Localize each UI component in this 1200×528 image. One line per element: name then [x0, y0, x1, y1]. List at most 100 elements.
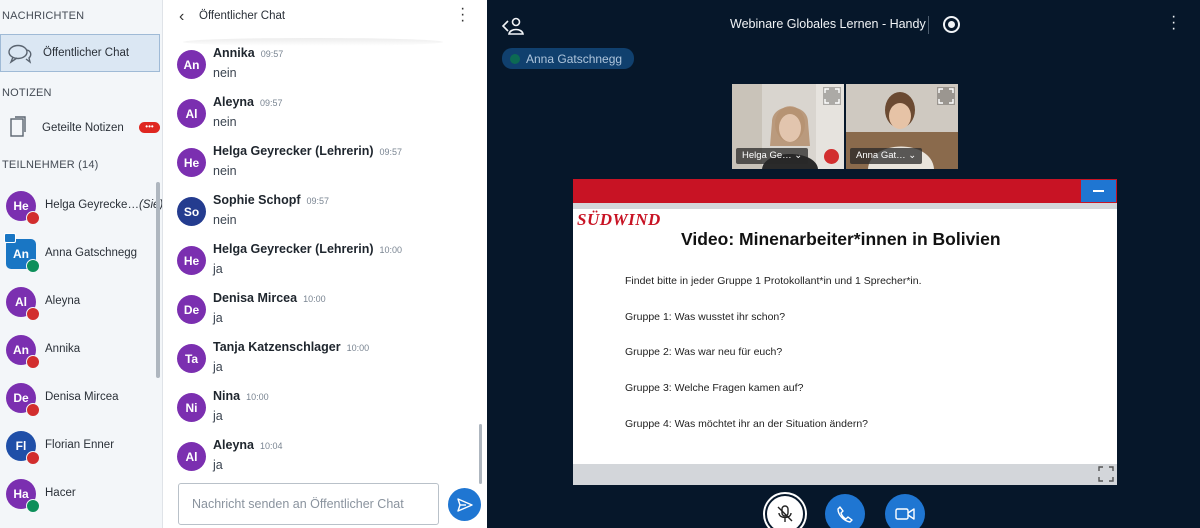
more-options-icon[interactable]: · · ·	[460, 1, 465, 29]
message-text: ja	[213, 262, 223, 276]
author-name: Denisa Mircea	[213, 291, 298, 305]
send-message-button[interactable]	[448, 488, 481, 521]
phone-icon	[837, 506, 853, 523]
avatar: Ta	[177, 344, 206, 373]
messages-heading: NACHRICHTEN	[2, 10, 85, 22]
message-author: Sophie Schopf 09:57	[213, 193, 329, 207]
record-icon[interactable]	[943, 16, 960, 33]
author-name: Helga Geyrecker (Lehrerin)	[213, 242, 374, 256]
participant-item[interactable]: An Anna Gatschnegg	[0, 230, 158, 278]
message-author: Annika 09:57	[213, 46, 283, 60]
chat-bubbles-icon	[8, 44, 32, 64]
message-timestamp: 09:57	[306, 196, 330, 206]
chat-title[interactable]: Öffentlicher Chat	[199, 10, 285, 22]
header-shadow	[183, 38, 443, 46]
chat-message: Ta Tanja Katzenschlager 10:00 ja	[163, 340, 483, 389]
chat-message: So Sophie Schopf 09:57 nein	[163, 193, 483, 242]
slide-text-line: Gruppe 1: Was wusstet ihr schon?	[625, 311, 786, 323]
slide-text-line: Gruppe 2: Was war neu für euch?	[625, 346, 783, 358]
participant-name-text: Florian Enner	[45, 439, 115, 451]
unmute-microphone-button[interactable]	[765, 494, 805, 528]
more-options-icon[interactable]: · · ·	[1171, 9, 1176, 37]
message-text: ja	[213, 311, 223, 325]
message-timestamp: 10:00	[303, 294, 326, 304]
video-tile[interactable]: Helga Ge… ⌄	[732, 84, 844, 169]
message-text: ja	[213, 360, 223, 374]
muted-microphone-icon	[26, 403, 40, 417]
slide-footer-bar	[573, 464, 1117, 485]
message-text: nein	[213, 164, 237, 178]
chat-scrollbar[interactable]	[479, 424, 482, 484]
message-timestamp: 10:00	[346, 343, 370, 353]
video-user-name[interactable]: Anna Gat… ⌄	[850, 148, 923, 164]
chat-message: De Denisa Mircea 10:00 ja	[163, 291, 483, 340]
slide-title: Video: Minenarbeiter*innen in Bolivien	[681, 229, 1001, 249]
sidebar-item-shared-notes[interactable]: Geteilte Notizen •••	[0, 109, 160, 147]
microphone-icon	[510, 53, 520, 64]
message-author: Tanja Katzenschlager 10:00	[213, 340, 369, 354]
participant-name-text: Hacer	[45, 487, 76, 499]
presenter-icon	[4, 233, 16, 243]
message-text: nein	[213, 66, 237, 80]
muted-microphone-icon	[26, 355, 40, 369]
video-user-name[interactable]: Helga Ge… ⌄	[736, 148, 809, 164]
message-author: Aleyna 10:04	[213, 438, 283, 452]
author-name: Nina	[213, 389, 241, 403]
avatar: He	[177, 148, 206, 177]
chat-message: An Annika 09:57 nein	[163, 46, 483, 95]
chat-message: He Helga Geyrecker (Lehrerin) 09:57 nein	[163, 144, 483, 193]
microphone-muted-icon	[777, 505, 793, 522]
author-name: Tanja Katzenschlager	[213, 340, 341, 354]
fullscreen-icon[interactable]	[1097, 465, 1115, 483]
participant-name: Florian Enner	[45, 439, 114, 451]
headphones-icon	[26, 499, 40, 513]
message-text: nein	[213, 213, 237, 227]
chevron-left-icon[interactable]: ‹	[179, 8, 184, 26]
message-author: Aleyna 09:57	[213, 95, 283, 109]
slide-header-bar	[573, 179, 1117, 203]
presentation-slide: SÜDWIND Video: Minenarbeiter*innen in Bo…	[573, 179, 1117, 485]
participant-item[interactable]: An Annika	[0, 326, 158, 374]
fullscreen-icon[interactable]	[937, 87, 955, 105]
document-icon	[10, 116, 26, 137]
notes-heading: NOTIZEN	[2, 87, 52, 99]
sidebar-item-public-chat[interactable]: Öffentlicher Chat	[0, 34, 160, 72]
sidebar-scrollbar[interactable]	[156, 182, 160, 378]
author-name: Aleyna	[213, 95, 254, 109]
minimize-presentation-button[interactable]	[1081, 180, 1116, 202]
share-webcam-button[interactable]	[885, 494, 925, 528]
chat-message-input[interactable]	[178, 483, 439, 525]
presentation-stage: Webinare Globales Lernen - Handy · · · Ann…	[487, 0, 1200, 528]
chat-header: ‹ Öffentlicher Chat · · ·	[163, 0, 487, 40]
participant-name: Annika	[45, 343, 80, 355]
participant-item[interactable]: Fl Florian Enner	[0, 422, 158, 470]
message-author: Nina 10:00	[213, 389, 269, 403]
avatar: Al	[177, 99, 206, 128]
muted-microphone-icon	[26, 451, 40, 465]
participant-name-text: Aleyna	[45, 295, 81, 307]
leave-audio-button[interactable]	[825, 494, 865, 528]
participant-item[interactable]: He Helga Geyrecke…(Sie)	[0, 182, 162, 230]
video-tile[interactable]: Anna Gat… ⌄	[846, 84, 958, 169]
avatar: He	[177, 246, 206, 275]
participant-name-text: Helga Geyrecke…	[45, 199, 139, 211]
sidebar-item-label: Geteilte Notizen	[42, 122, 124, 134]
message-author: Helga Geyrecker (Lehrerin) 09:57	[213, 144, 402, 158]
camera-icon	[895, 508, 915, 520]
slide-text-line: Gruppe 3: Welche Fragen kamen auf?	[625, 382, 804, 394]
fullscreen-icon[interactable]	[823, 87, 841, 105]
message-timestamp: 09:57	[260, 98, 283, 108]
author-name: Annika	[213, 46, 255, 60]
participant-name: Anna Gatschnegg	[45, 247, 137, 259]
unread-badge: •••	[139, 122, 160, 133]
author-name: Helga Geyrecker (Lehrerin)	[213, 144, 374, 158]
user-list-toggle-icon[interactable]	[501, 15, 525, 37]
participant-item[interactable]: De Denisa Mircea	[0, 374, 158, 422]
participant-name: Denisa Mircea	[45, 391, 119, 403]
user-list-sidebar: NACHRICHTEN Öffentlicher Chat NOTIZEN Ge…	[0, 0, 163, 528]
participant-item[interactable]: Ha Hacer	[0, 470, 158, 518]
message-author: Helga Geyrecker (Lehrerin) 10:00	[213, 242, 402, 256]
participant-item[interactable]: Al Aleyna	[0, 278, 158, 326]
participant-name-text: Annika	[45, 343, 81, 355]
muted-microphone-icon	[26, 211, 40, 225]
